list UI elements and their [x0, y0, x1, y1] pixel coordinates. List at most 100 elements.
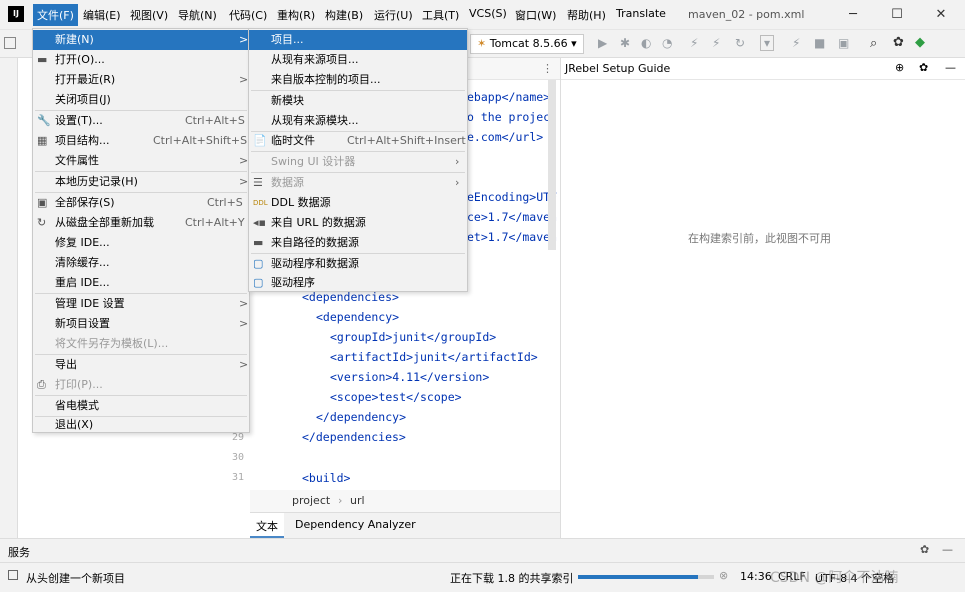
code-line: </dependencies> [302, 430, 406, 444]
status-bar: 从头创建一个新项目 正在下载 1.8 的共享索引 ⊗ 14:36 CRLF UT… [0, 562, 965, 592]
tab-text[interactable]: 文本 [250, 513, 284, 538]
menu-refactor[interactable]: 重构(R) [277, 7, 315, 23]
search-icon[interactable]: ⌕ [870, 36, 877, 51]
gear-icon[interactable]: ✿ [920, 543, 929, 556]
profile-icon[interactable]: ◔ [662, 36, 672, 50]
menu-item-file-properties[interactable]: 文件属性 > [33, 151, 249, 171]
menu-item-open-recent[interactable]: 打开最近(R) > [33, 70, 249, 90]
menu-item-repair-ide[interactable]: 修复 IDE... [33, 233, 249, 253]
intellij-logo-icon[interactable]: IJ [8, 6, 24, 22]
menu-tools[interactable]: 工具(T) [422, 7, 459, 23]
code-comment: o the project [467, 110, 558, 124]
indexing-status[interactable]: 正在下载 1.8 的共享索引 [450, 570, 574, 586]
cancel-icon[interactable]: ⊗ [719, 569, 728, 582]
submenu-item-data-source[interactable]: ☰ 数据源 › [249, 173, 467, 193]
menu-translate[interactable]: Translate [616, 7, 666, 20]
menu-item-power-save[interactable]: 省电模式 [33, 396, 249, 416]
reload-icon: ↻ [37, 216, 47, 229]
services-bar: 服务 ✿ — [0, 538, 965, 562]
toggle-tool-window-icon[interactable] [8, 570, 18, 580]
menu-item-save-as-template[interactable]: 将文件另存为模板(L)... [33, 334, 249, 354]
jrebel-debug-icon[interactable]: ⚡ [712, 36, 720, 50]
jrebel-run-icon[interactable]: ⚡ [690, 36, 698, 50]
update-icon[interactable]: ↻ [735, 36, 745, 50]
hide-icon[interactable]: — [945, 61, 956, 74]
url-icon: ◂▪ [253, 216, 266, 229]
more-icon[interactable]: ⋮ [542, 62, 553, 75]
ddl-icon: DDL [253, 199, 268, 207]
menu-item-export[interactable]: 导出 > [33, 355, 249, 375]
menu-item-invalidate-caches[interactable]: 清除缓存... [33, 253, 249, 273]
minimize-icon[interactable]: ─ [842, 4, 864, 26]
menu-item-manage-ide-settings[interactable]: 管理 IDE 设置 > [33, 294, 249, 314]
jrebel-icon[interactable]: ⚡ [792, 36, 800, 50]
submenu-item-driver-and-data-source[interactable]: ▢ 驱动程序和数据源 [249, 254, 467, 274]
submenu-item-project[interactable]: 项目... [249, 30, 467, 50]
tab-dependency-analyzer[interactable]: Dependency Analyzer [295, 518, 416, 531]
code-line: <dependency> [316, 310, 400, 324]
menu-item-settings[interactable]: 🔧 设置(T)... Ctrl+Alt+S [33, 111, 249, 131]
submenu-item-driver[interactable]: ▢ 驱动程序 [249, 273, 467, 293]
run-icon[interactable]: ▶ [598, 36, 607, 50]
breadcrumb-project[interactable]: project [292, 494, 330, 507]
gear-icon[interactable]: ✿ [893, 35, 904, 50]
submenu-item-scratch-file[interactable]: 📄 临时文件 Ctrl+Alt+Shift+Insert [249, 131, 467, 151]
scratch-file-icon: 📄 [253, 134, 267, 147]
status-message: 从头创建一个新项目 [26, 572, 125, 585]
submenu-item-ddl-data-source[interactable]: DDL DDL 数据源 [249, 193, 467, 213]
code-line: <scope>test</scope> [330, 390, 462, 404]
menu-item-close-project[interactable]: 关闭项目(J) [33, 90, 249, 110]
menu-item-exit[interactable]: 退出(X) [33, 416, 249, 434]
menu-window[interactable]: 窗口(W) [515, 7, 556, 23]
menu-file[interactable]: 文件(F) [33, 4, 78, 26]
menu-item-restart-ide[interactable]: 重启 IDE... [33, 273, 249, 293]
close-icon[interactable]: ✕ [930, 4, 952, 26]
cursor-position[interactable]: 14:36 [740, 570, 772, 583]
menu-item-project-structure[interactable]: ▦ 项目结构... Ctrl+Alt+Shift+S [33, 131, 249, 151]
jrebel-panel: JRebel Setup Guide ⊕ ✿ — 在构建索引前，此视图不可用 [560, 58, 965, 538]
submenu-item-url-data-source[interactable]: ◂▪ 来自 URL 的数据源 [249, 213, 467, 233]
submenu-item-new-module[interactable]: 新模块 [249, 91, 467, 111]
gear-icon[interactable]: ✿ [919, 61, 928, 74]
stop-icon[interactable]: ■ [814, 36, 825, 50]
code-line: </dependency> [316, 410, 407, 424]
dropdown-icon[interactable]: ▾ [760, 35, 775, 51]
submenu-item-path-data-source[interactable]: ▬ 来自路径的数据源 [249, 233, 467, 253]
plugin-icon[interactable]: ◆ [915, 35, 925, 50]
menu-item-new[interactable]: 新建(N) > [33, 30, 249, 50]
menu-build[interactable]: 构建(B) [325, 7, 363, 23]
maximize-icon[interactable]: ☐ [886, 4, 908, 26]
project-view-icon[interactable] [4, 37, 16, 49]
menu-view[interactable]: 视图(V) [130, 7, 168, 23]
menu-edit[interactable]: 编辑(E) [83, 7, 121, 23]
debug-icon[interactable]: ✱ [620, 36, 630, 50]
submenu-item-project-from-existing[interactable]: 从现有来源项目... [249, 50, 467, 70]
menu-item-local-history[interactable]: 本地历史记录(H) > [33, 172, 249, 192]
menu-item-reload-all[interactable]: ↻ 从磁盘全部重新加载 Ctrl+Alt+Y [33, 213, 249, 233]
menu-help[interactable]: 帮助(H) [567, 7, 606, 23]
menu-navigate[interactable]: 导航(N) [178, 7, 217, 23]
services-label[interactable]: 服务 [8, 544, 30, 560]
scrollbar[interactable] [548, 80, 556, 250]
code-line: <artifactId>junit</artifactId> [330, 350, 538, 364]
wrench-icon: 🔧 [37, 114, 51, 127]
new-submenu: 项目... 从现有来源项目... 来自版本控制的项目... 新模块 从现有来源模… [248, 28, 468, 292]
hide-icon[interactable]: — [942, 543, 953, 556]
editor-bottom-tabs: 文本 Dependency Analyzer [250, 512, 560, 538]
menu-code[interactable]: 代码(C) [229, 7, 267, 23]
menu-run[interactable]: 运行(U) [374, 7, 413, 23]
globe-icon[interactable]: ⊕ [895, 61, 904, 74]
submenu-item-module-from-existing[interactable]: 从现有来源模块... [249, 111, 467, 131]
submenu-item-project-from-vcs[interactable]: 来自版本控制的项目... [249, 70, 467, 90]
menu-item-save-all[interactable]: ▣ 全部保存(S) Ctrl+S [33, 193, 249, 213]
coverage-icon[interactable]: ◐ [641, 36, 651, 50]
layout-icon[interactable]: ▣ [838, 36, 849, 50]
run-config-select[interactable]: ✶ Tomcat 8.5.66 ▾ [470, 34, 584, 54]
menu-item-open[interactable]: ▬ 打开(O)... [33, 50, 249, 70]
breadcrumb-url[interactable]: url [350, 494, 365, 507]
menu-item-new-project-settings[interactable]: 新项目设置 > [33, 314, 249, 334]
menu-vcs[interactable]: VCS(S) [469, 7, 507, 20]
driver-icon: ▢ [253, 276, 264, 289]
menu-item-print[interactable]: ⎙ 打印(P)... [33, 375, 249, 395]
submenu-item-swing-ui[interactable]: Swing UI 设计器 › [249, 152, 467, 172]
